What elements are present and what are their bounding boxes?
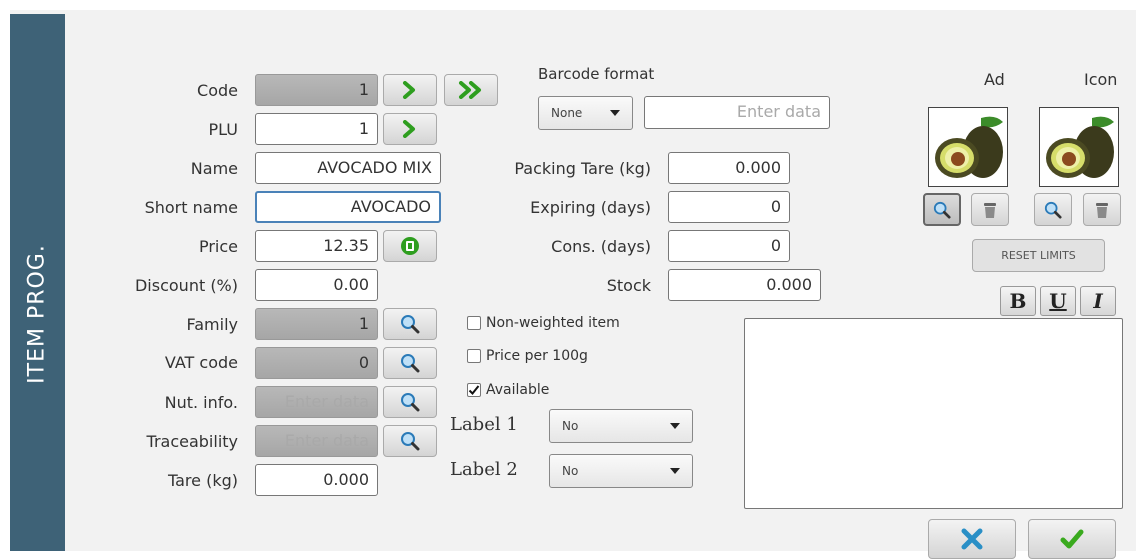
code-field[interactable]: 1 (255, 74, 378, 106)
icon-search-button[interactable] (1034, 193, 1072, 226)
checkbox-box[interactable] (467, 316, 481, 330)
available-checkbox[interactable]: Available (467, 382, 549, 398)
plu-label: PLU (208, 120, 238, 139)
available-label: Available (486, 382, 550, 398)
icon-label: Icon (1084, 70, 1118, 89)
cons-field[interactable]: 0 (668, 230, 790, 262)
packing-tare-label: Packing Tare (kg) (514, 159, 651, 178)
icon-image[interactable] (1039, 107, 1119, 187)
chevron-right-icon (403, 120, 415, 138)
search-icon (1044, 201, 1062, 219)
next-code-button[interactable] (383, 74, 437, 106)
search-icon (401, 432, 420, 451)
price-field[interactable]: 12.35 (255, 230, 378, 262)
close-icon (961, 528, 983, 550)
italic-button[interactable]: I (1080, 286, 1116, 316)
traceability-field[interactable]: Enter data (255, 425, 378, 457)
vat-code-label: VAT code (164, 353, 238, 372)
barcode-format-label: Barcode format (538, 65, 655, 83)
next-plu-button[interactable] (383, 113, 437, 145)
cancel-button[interactable] (928, 519, 1016, 559)
price-tag-icon (401, 237, 419, 255)
avocado-image (935, 116, 1003, 178)
ad-search-button[interactable] (923, 193, 961, 226)
label2-label: Label 2 (450, 459, 518, 480)
page-title: ITEM PROG. (24, 244, 50, 384)
label2-value: No (562, 464, 579, 478)
family-label: Family (186, 315, 238, 334)
bold-button[interactable]: B (1000, 286, 1036, 316)
ad-delete-button[interactable] (971, 193, 1009, 226)
confirm-button[interactable] (1028, 519, 1116, 559)
nut-info-label: Nut. info. (164, 393, 238, 412)
stock-label: Stock (606, 276, 651, 295)
name-field[interactable]: AVOCADO MIX (255, 152, 441, 184)
plu-field[interactable]: 1 (255, 113, 378, 145)
expiring-label: Expiring (days) (530, 198, 651, 217)
traceability-search-button[interactable] (383, 425, 437, 457)
barcode-format-value: None (551, 106, 583, 120)
search-icon (933, 201, 951, 219)
caret-down-icon (670, 423, 680, 429)
label1-label: Label 1 (450, 414, 518, 435)
non-weighted-checkbox[interactable]: Non-weighted item (467, 315, 620, 331)
trash-icon (984, 202, 996, 218)
price-label: Price (198, 237, 238, 256)
traceability-label: Traceability (146, 432, 238, 451)
barcode-data-field[interactable]: Enter data (644, 96, 830, 129)
code-label: Code (197, 81, 238, 100)
sidebar: ITEM PROG. (10, 14, 65, 551)
vat-code-field[interactable]: 0 (255, 347, 378, 379)
short-name-field[interactable]: AVOCADO (255, 191, 441, 223)
double-chevron-right-icon (459, 81, 481, 99)
description-textarea[interactable] (744, 318, 1123, 509)
search-icon (401, 354, 420, 373)
ad-image[interactable] (928, 107, 1008, 187)
checkmark-icon (1060, 529, 1084, 549)
name-label: Name (190, 159, 238, 178)
trash-icon (1096, 202, 1108, 218)
avocado-image (1046, 116, 1114, 178)
price-per-100g-checkbox[interactable]: Price per 100g (467, 348, 588, 364)
caret-down-icon (610, 110, 620, 116)
checkbox-box[interactable] (467, 383, 481, 397)
checkbox-box[interactable] (467, 349, 481, 363)
nut-info-field[interactable]: Enter data (255, 386, 378, 418)
price-per-100g-label: Price per 100g (486, 348, 588, 364)
icon-delete-button[interactable] (1083, 193, 1121, 226)
discount-label: Discount (%) (134, 276, 238, 295)
cons-label: Cons. (days) (551, 237, 651, 256)
label2-select[interactable]: No (549, 454, 693, 488)
last-code-button[interactable] (444, 74, 498, 106)
chevron-right-icon (403, 81, 415, 99)
discount-field[interactable]: 0.00 (255, 269, 378, 301)
underline-button[interactable]: U (1040, 286, 1076, 316)
packing-tare-field[interactable]: 0.000 (668, 152, 790, 184)
ad-label: Ad (984, 70, 1005, 89)
nut-info-search-button[interactable] (383, 386, 437, 418)
tare-label: Tare (kg) (168, 471, 238, 490)
caret-down-icon (670, 468, 680, 474)
non-weighted-label: Non-weighted item (486, 315, 620, 331)
label1-select[interactable]: No (549, 409, 693, 443)
family-field[interactable]: 1 (255, 308, 378, 340)
reset-limits-button[interactable]: RESET LIMITS (972, 239, 1105, 272)
checkmark-icon (468, 385, 480, 395)
label1-value: No (562, 419, 579, 433)
stock-field[interactable]: 0.000 (668, 269, 821, 301)
tare-field[interactable]: 0.000 (255, 464, 378, 496)
search-icon (401, 393, 420, 412)
expiring-field[interactable]: 0 (668, 191, 790, 223)
price-action-button[interactable] (383, 230, 437, 262)
search-icon (401, 315, 420, 334)
barcode-format-select[interactable]: None (538, 96, 633, 130)
vat-search-button[interactable] (383, 347, 437, 379)
family-search-button[interactable] (383, 308, 437, 340)
short-name-label: Short name (144, 198, 238, 217)
